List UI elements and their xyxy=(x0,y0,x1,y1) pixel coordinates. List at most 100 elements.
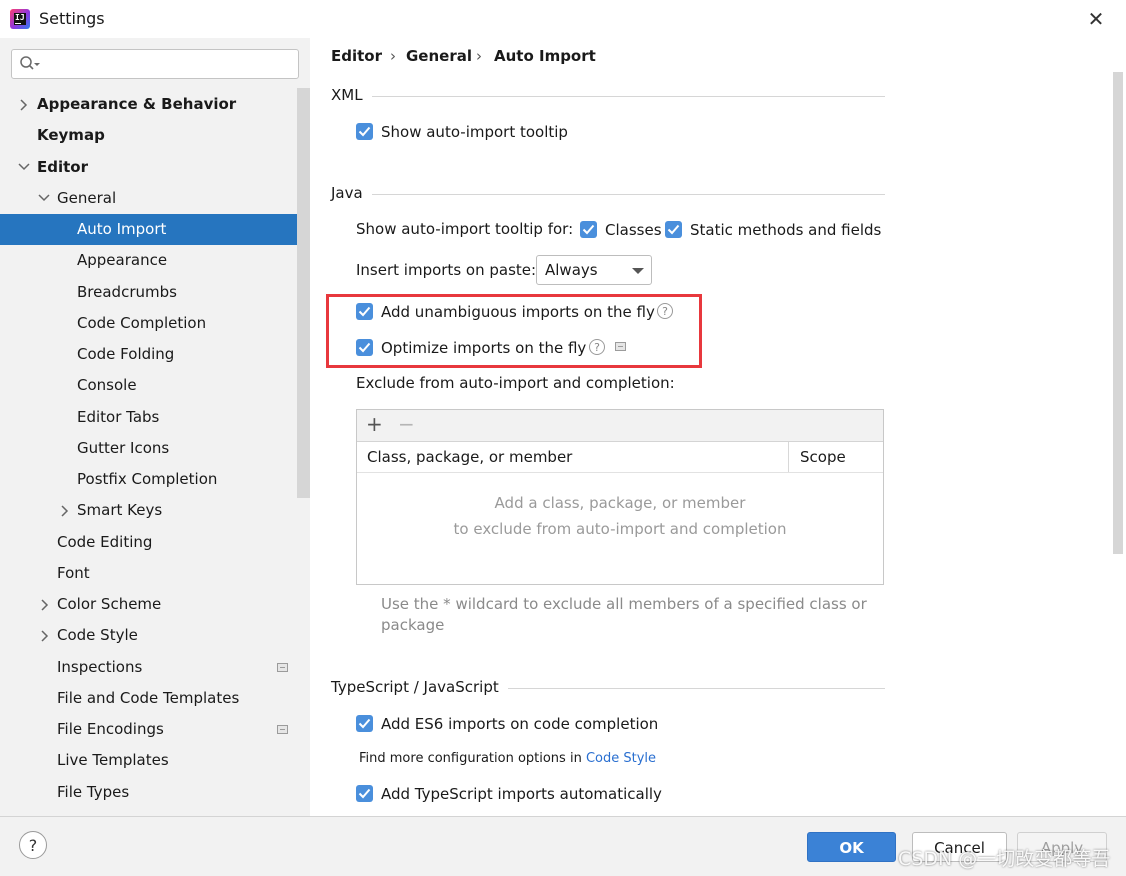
tree-item-auto-import[interactable]: Auto Import xyxy=(0,214,297,245)
tree-item-gutter-icons[interactable]: Gutter Icons xyxy=(0,433,297,464)
tree-item-label: Code Folding xyxy=(77,345,175,363)
breadcrumb-item-editor[interactable]: Editor xyxy=(331,47,382,65)
table-empty-text: to exclude from auto-import and completi… xyxy=(453,520,787,538)
tree-item-label: Code Completion xyxy=(77,314,207,332)
wildcard-hint: package xyxy=(381,616,445,634)
search-input[interactable] xyxy=(11,49,299,79)
tree-item-label: Color Scheme xyxy=(57,595,162,613)
tree-item-label: File and Code Templates xyxy=(57,689,240,707)
column-divider xyxy=(788,442,789,472)
tree-item-code-editing[interactable]: Code Editing xyxy=(0,527,297,558)
tooltip-for-label: Show auto-import tooltip for: xyxy=(356,220,574,238)
java-section-title: Java xyxy=(331,184,363,202)
breadcrumb-item-general[interactable]: General xyxy=(406,47,472,65)
tree-item-code-style[interactable]: Code Style xyxy=(0,620,297,651)
tree-item-label: Editor xyxy=(37,158,88,176)
tree-item-smart-keys[interactable]: Smart Keys xyxy=(0,495,297,526)
tree-item-postfix-completion[interactable]: Postfix Completion xyxy=(0,464,297,495)
table-toolbar: + − xyxy=(357,410,883,442)
tree-item-inspections[interactable]: Inspections xyxy=(0,652,297,683)
tree-item-file-types[interactable]: File Types xyxy=(0,777,297,808)
tree-item-label: Smart Keys xyxy=(77,501,163,519)
tree-item-label: Inspections xyxy=(57,658,143,676)
tree-item-editor-tabs[interactable]: Editor Tabs xyxy=(0,402,297,433)
tree-item-label: File Types xyxy=(57,783,130,801)
tree-item-label: Console xyxy=(77,376,137,394)
more-config-prefix: Find more configuration options in xyxy=(359,751,586,766)
es6-imports-checkbox[interactable] xyxy=(356,715,373,732)
exclude-label: Exclude from auto-import and completion: xyxy=(356,374,675,392)
search-icon xyxy=(20,56,40,70)
window-title: Settings xyxy=(39,9,105,28)
dropdown-arrow-icon xyxy=(632,268,644,274)
chevron-right-icon xyxy=(38,589,52,620)
chevron-down-icon xyxy=(16,152,30,183)
chevron-right-icon xyxy=(17,89,31,120)
tree-item-appearance[interactable]: Appearance xyxy=(0,245,297,276)
classes-label: Classes xyxy=(605,221,662,239)
es6-imports-label: Add ES6 imports on code completion xyxy=(381,715,659,733)
check-icon xyxy=(667,224,680,235)
table-header: Class, package, or member Scope xyxy=(357,442,883,473)
tree-item-editor[interactable]: Editor xyxy=(0,152,297,183)
breadcrumb-separator: › xyxy=(476,47,482,65)
tree-item-label: Auto Import xyxy=(77,220,167,238)
tree-item-general[interactable]: General xyxy=(0,183,297,214)
ts-section-title: TypeScript / JavaScript xyxy=(331,678,499,696)
tree-item-label: Font xyxy=(57,564,90,582)
add-icon[interactable]: + xyxy=(366,412,383,436)
exclude-table: + − Class, package, or member Scope Add … xyxy=(356,409,884,585)
tree-item-label: Code Editing xyxy=(57,533,153,551)
code-style-link[interactable]: Code Style xyxy=(586,751,656,766)
classes-checkbox[interactable] xyxy=(580,221,597,238)
tree-item-keymap[interactable]: Keymap xyxy=(0,120,297,151)
column-header-class[interactable]: Class, package, or member xyxy=(367,448,572,466)
section-divider xyxy=(372,96,885,97)
ts-auto-imports-label: Add TypeScript imports automatically xyxy=(381,785,662,803)
project-settings-icon xyxy=(277,725,288,734)
tree-item-label: Code Style xyxy=(57,626,138,644)
red-highlight-annotation xyxy=(326,294,702,368)
chevron-right-icon xyxy=(38,620,52,651)
static-methods-checkbox[interactable] xyxy=(665,221,682,238)
check-icon xyxy=(358,126,371,137)
static-methods-label: Static methods and fields xyxy=(690,221,882,239)
title-bar xyxy=(0,0,1126,38)
check-icon xyxy=(358,718,371,729)
chevron-right-icon xyxy=(58,495,72,526)
tree-item-label: Appearance & Behavior xyxy=(37,95,237,113)
tree-item-label: Gutter Icons xyxy=(77,439,170,457)
tree-item-appearance-behavior[interactable]: Appearance & Behavior xyxy=(0,89,297,120)
chevron-down-icon xyxy=(36,183,50,214)
ok-button[interactable]: OK xyxy=(807,832,896,862)
ts-auto-imports-checkbox[interactable] xyxy=(356,785,373,802)
content-scrollbar[interactable] xyxy=(1113,72,1123,554)
tree-item-label: Editor Tabs xyxy=(77,408,160,426)
select-value: Always xyxy=(545,261,598,279)
tree-item-live-templates[interactable]: Live Templates xyxy=(0,745,297,776)
column-header-scope[interactable]: Scope xyxy=(800,448,846,466)
help-button[interactable]: ? xyxy=(19,831,47,859)
tree-item-label: File Encodings xyxy=(57,720,164,738)
tree-item-font[interactable]: Font xyxy=(0,558,297,589)
wildcard-hint: Use the * wildcard to exclude all member… xyxy=(381,595,867,613)
remove-icon[interactable]: − xyxy=(398,412,415,436)
breadcrumb-item-auto-import: Auto Import xyxy=(494,47,596,65)
tree-item-breadcrumbs[interactable]: Breadcrumbs xyxy=(0,277,297,308)
close-icon[interactable]: ✕ xyxy=(1082,6,1110,32)
xml-section-title: XML xyxy=(331,86,363,104)
tree-item-label: General xyxy=(57,189,117,207)
insert-on-paste-select[interactable]: Always xyxy=(536,255,652,285)
insert-on-paste-label: Insert imports on paste: xyxy=(356,261,537,279)
tree-item-color-scheme[interactable]: Color Scheme xyxy=(0,589,297,620)
intellij-logo-icon: IJ xyxy=(10,9,30,29)
tree-item-file-encodings[interactable]: File Encodings xyxy=(0,714,297,745)
tree-item-console[interactable]: Console xyxy=(0,370,297,401)
tree-item-file-code-templates[interactable]: File and Code Templates xyxy=(0,683,297,714)
tree-item-code-completion[interactable]: Code Completion xyxy=(0,308,297,339)
tree-item-code-folding[interactable]: Code Folding xyxy=(0,339,297,370)
sidebar-scrollbar[interactable] xyxy=(297,88,310,498)
xml-tooltip-checkbox[interactable] xyxy=(356,123,373,140)
check-icon xyxy=(582,224,595,235)
section-divider xyxy=(372,194,885,195)
